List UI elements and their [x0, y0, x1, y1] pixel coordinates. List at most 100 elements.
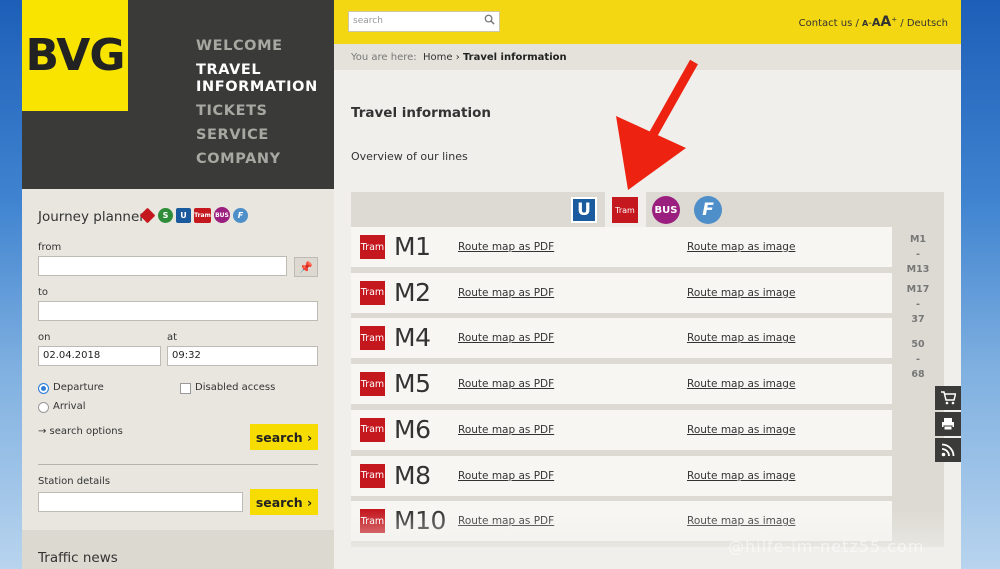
date-input[interactable]: 02.04.2018: [38, 346, 161, 366]
line-number: M1: [394, 232, 431, 261]
font-size-large[interactable]: A: [880, 14, 891, 30]
search-options-link[interactable]: → search options: [38, 426, 123, 437]
line-row: Tram M2 Route map as PDF Route map as image: [351, 272, 892, 313]
route-map-pdf-link[interactable]: Route map as PDF: [458, 287, 554, 299]
bus-icon-label: BUS: [215, 211, 229, 219]
printer-icon: [942, 418, 954, 431]
tram-badge-icon: Tram: [360, 235, 385, 259]
route-map-image-link[interactable]: Route map as image: [687, 424, 795, 436]
range-to: M13: [906, 264, 930, 275]
search-icon[interactable]: [484, 14, 495, 25]
tram-badge-label: Tram: [360, 378, 385, 390]
nav-item-company[interactable]: COMPANY: [196, 151, 281, 168]
to-input[interactable]: [38, 301, 318, 321]
route-map-pdf-link[interactable]: Route map as PDF: [458, 470, 554, 482]
nav-item-service[interactable]: SERVICE: [196, 127, 269, 144]
route-map-image-link[interactable]: Route map as image: [687, 241, 795, 253]
route-map-image-link[interactable]: Route map as image: [687, 470, 795, 482]
route-map-pdf-link[interactable]: Route map as PDF: [458, 378, 554, 390]
tram-icon-label: Tram: [194, 211, 211, 219]
disabled-access-checkbox[interactable]: [180, 383, 191, 394]
range-from: 50: [911, 339, 925, 350]
language-link[interactable]: / Deutsch: [900, 18, 948, 29]
range-group-2[interactable]: M17 - 37: [892, 282, 944, 327]
line-number: M6: [394, 414, 431, 444]
route-map-image-link[interactable]: Route map as image: [687, 378, 795, 390]
bus-tab[interactable]: BUS: [652, 196, 680, 224]
logo-text: BVG: [25, 30, 126, 81]
rss-icon: [941, 443, 955, 457]
arrival-radio[interactable]: [38, 402, 49, 413]
tram-badge-label: Tram: [360, 332, 385, 344]
line-number: M4: [394, 323, 431, 353]
disabled-access-label: Disabled access: [195, 382, 276, 393]
nav-item-welcome[interactable]: WELCOME: [196, 38, 283, 55]
breadcrumb-current: Travel information: [462, 52, 567, 63]
breadcrumb-separator: ›: [455, 52, 460, 63]
route-map-pdf-link[interactable]: Route map as PDF: [458, 332, 554, 344]
breadcrumb-prefix: You are here:: [351, 52, 417, 63]
u-bahn-icon: U: [176, 207, 191, 223]
journey-planner-panel: Journey planner S U Tram BUS F from 📌 to…: [22, 189, 334, 569]
lines-overview: U Tram BUS F Tram M1 Route map as PDF Route…: [351, 192, 944, 547]
print-button[interactable]: [935, 412, 961, 436]
ferry-tab[interactable]: F: [694, 196, 722, 224]
u-bahn-tab[interactable]: U: [571, 197, 597, 223]
tram-badge-icon: Tram: [360, 326, 385, 351]
station-input[interactable]: [38, 492, 243, 512]
range-group-3[interactable]: 50 - 68: [892, 337, 944, 382]
page-title: Travel information: [351, 105, 491, 121]
range-group-1[interactable]: M1 - M13: [892, 232, 944, 277]
font-size-plus: +: [891, 15, 898, 24]
rss-button[interactable]: [935, 438, 961, 462]
mode-tabs: U Tram BUS F: [351, 192, 944, 227]
line-number: M5: [394, 369, 431, 399]
nav-item-tickets[interactable]: TICKETS: [196, 103, 268, 120]
s-bahn-icon-label: S: [162, 210, 169, 220]
line-row: Tram M6 Route map as PDF Route map as image: [351, 409, 892, 450]
cart-button[interactable]: [935, 386, 961, 410]
range-from: M1: [909, 234, 927, 245]
site-search-input[interactable]: search: [348, 11, 500, 32]
journey-mode-icons: S U Tram BUS F: [139, 207, 248, 223]
line-row: Tram M5 Route map as PDF Route map as image: [351, 364, 892, 405]
traffic-news-title: Traffic news: [38, 550, 118, 566]
route-map-image-link[interactable]: Route map as image: [687, 332, 795, 344]
contact-link[interactable]: Contact us /: [799, 18, 859, 29]
tram-badge-label: Tram: [360, 470, 385, 481]
station-details-label: Station details: [38, 476, 111, 487]
range-to: 37: [911, 314, 925, 325]
range-to: 68: [911, 369, 925, 380]
tram-badge-label: Tram: [360, 287, 385, 299]
time-label: at: [167, 332, 178, 343]
watermark: @hilfe-im-netz55.com: [728, 537, 925, 556]
station-search-button[interactable]: search ›: [250, 489, 318, 515]
tram-tab-label: Tram: [615, 205, 635, 215]
ferry-tab-label: F: [702, 200, 714, 220]
from-input[interactable]: [38, 256, 287, 276]
date-label: on: [38, 332, 51, 343]
tram-badge-label: Tram: [360, 241, 385, 253]
route-map-pdf-link[interactable]: Route map as PDF: [458, 241, 554, 253]
nav-item-travel-information[interactable]: TRAVEL INFORMATION: [196, 62, 318, 96]
time-input[interactable]: 09:32: [167, 346, 318, 366]
main-nav: WELCOME TRAVEL INFORMATION TICKETS SERVI…: [128, 0, 334, 189]
top-links: Contact us / A-AA+ / Deutsch: [799, 14, 948, 30]
ferry-icon: F: [233, 207, 248, 223]
journey-search-button[interactable]: search ›: [250, 424, 318, 450]
divider: [38, 464, 318, 465]
route-map-image-link[interactable]: Route map as image: [687, 287, 795, 299]
traffic-news-bar[interactable]: Traffic news: [22, 530, 334, 569]
line-number: M2: [394, 277, 431, 307]
main-content: Travel information Overview of our lines…: [334, 70, 961, 569]
locate-pin-button[interactable]: 📌: [294, 257, 318, 277]
tram-tab[interactable]: Tram: [612, 197, 638, 223]
breadcrumb-home[interactable]: Home: [423, 52, 453, 63]
departure-radio[interactable]: [38, 383, 49, 394]
tram-icon: Tram: [194, 207, 211, 223]
bvg-logo[interactable]: BVG: [22, 0, 128, 111]
line-number: M8: [394, 460, 431, 490]
line-row: Tram M8 Route map as PDF Route map as image: [351, 455, 892, 496]
route-map-pdf-link[interactable]: Route map as PDF: [458, 424, 554, 436]
ferry-icon-label: F: [237, 210, 244, 220]
